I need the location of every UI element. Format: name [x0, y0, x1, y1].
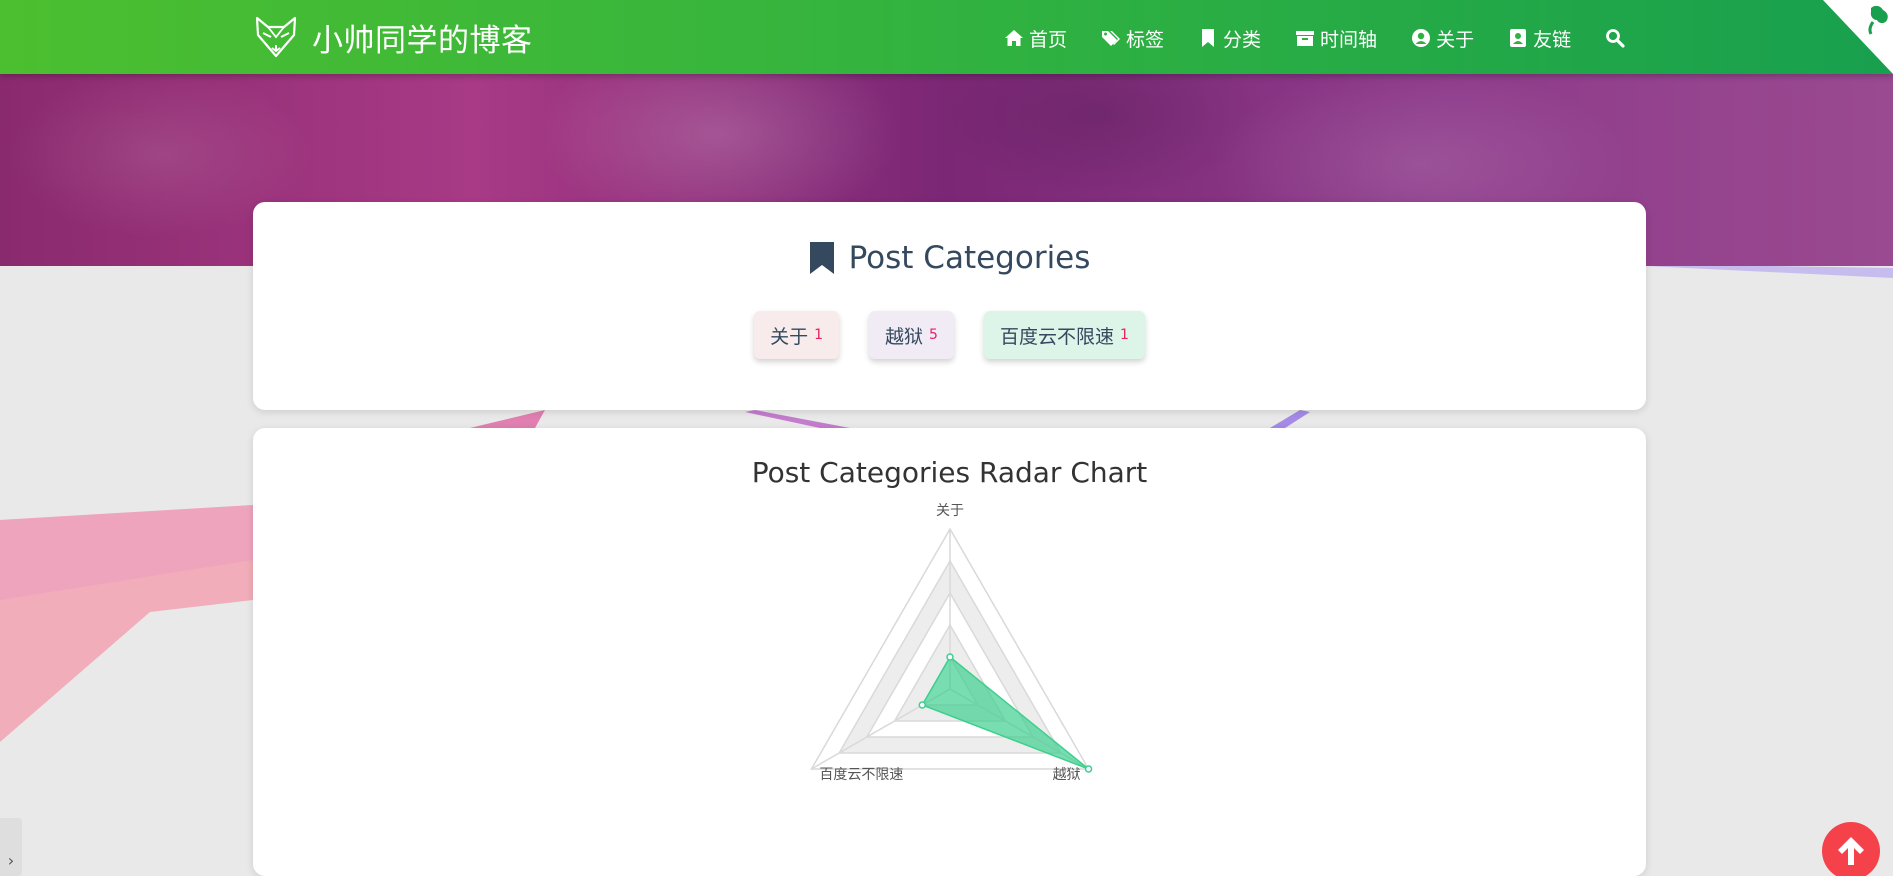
- address-book-icon: [1510, 29, 1527, 47]
- category-chip-jailbreak[interactable]: 越狱 5: [869, 311, 954, 359]
- category-chips: 关于 1 越狱 5 百度云不限速 1: [253, 311, 1646, 359]
- nav-item-tags[interactable]: 标签: [1101, 25, 1164, 52]
- main-nav: 首页 标签 分类 时间轴 关于 友链: [1004, 24, 1625, 52]
- radar-data-point[interactable]: [1084, 765, 1093, 773]
- nav-item-label: 分类: [1223, 28, 1262, 51]
- category-chip-baiduyun[interactable]: 百度云不限速 1: [983, 311, 1145, 359]
- categories-title-text: Post Categories: [848, 240, 1091, 276]
- home-icon: [1005, 30, 1023, 46]
- nav-item-timeline[interactable]: 时间轴: [1295, 25, 1377, 52]
- radar-data-point[interactable]: [946, 653, 954, 661]
- categories-card: Post Categories 关于 1 越狱 5 百度云不限速 1: [253, 202, 1646, 410]
- nav-item-label: 标签: [1126, 28, 1165, 51]
- category-chip-about[interactable]: 关于 1: [754, 311, 840, 359]
- page: 小帅同学的博客 首页 标签 分类 时间轴 关于 友链 Post Categori…: [0, 0, 1893, 876]
- chip-count: 1: [814, 327, 824, 343]
- chip-count: 5: [929, 327, 938, 343]
- nav-item-label: 时间轴: [1320, 28, 1378, 51]
- radar-chart: 关于越狱 百度云不限速: [810, 503, 1093, 783]
- search-button[interactable]: [1605, 28, 1625, 48]
- arrow-up-icon: [1838, 837, 1864, 865]
- nav-item-label: 友链: [1533, 28, 1572, 51]
- nav-item-about[interactable]: 关于: [1411, 25, 1474, 52]
- brand[interactable]: 小帅同学的博客: [254, 14, 533, 60]
- nav-item-label: 首页: [1029, 28, 1068, 51]
- bookmark-icon: [809, 242, 834, 274]
- chip-label: 百度云不限速: [999, 325, 1114, 348]
- nav-item-friends[interactable]: 友链: [1508, 25, 1571, 52]
- site-title: 小帅同学的博客: [312, 22, 533, 59]
- categories-title: Post Categories: [253, 240, 1646, 276]
- navbar: 小帅同学的博客 首页 标签 分类 时间轴 关于 友链: [0, 0, 1893, 74]
- archive-icon: [1296, 31, 1315, 46]
- user-circle-icon: [1412, 29, 1431, 47]
- nav-item-categories[interactable]: 分类: [1198, 25, 1261, 52]
- chevron-right-icon: ›: [7, 851, 15, 870]
- radar-chart-card: Post Categories Radar Chart 关于 越狱 百度云不限速: [253, 428, 1646, 876]
- nav-item-label: 关于: [1436, 28, 1475, 51]
- tags-icon: [1102, 31, 1121, 46]
- radar-indicator-label: 越狱: [1053, 767, 1081, 783]
- sidebar-toggle[interactable]: ›: [0, 818, 22, 876]
- fox-logo-icon: [255, 16, 297, 58]
- search-icon: [1606, 29, 1625, 48]
- bookmark-icon: [1202, 29, 1215, 47]
- chip-label: 越狱: [885, 325, 924, 348]
- radar-indicator-label: 百度云不限速: [819, 767, 903, 783]
- chip-label: 关于: [770, 325, 809, 348]
- back-to-top-button[interactable]: [1822, 822, 1880, 876]
- nav-item-home[interactable]: 首页: [1004, 25, 1067, 52]
- chip-count: 1: [1119, 327, 1129, 343]
- radar-data-point[interactable]: [918, 701, 927, 709]
- radar-indicator-label: 关于: [936, 503, 964, 519]
- github-corner-icon[interactable]: [1823, 0, 1893, 74]
